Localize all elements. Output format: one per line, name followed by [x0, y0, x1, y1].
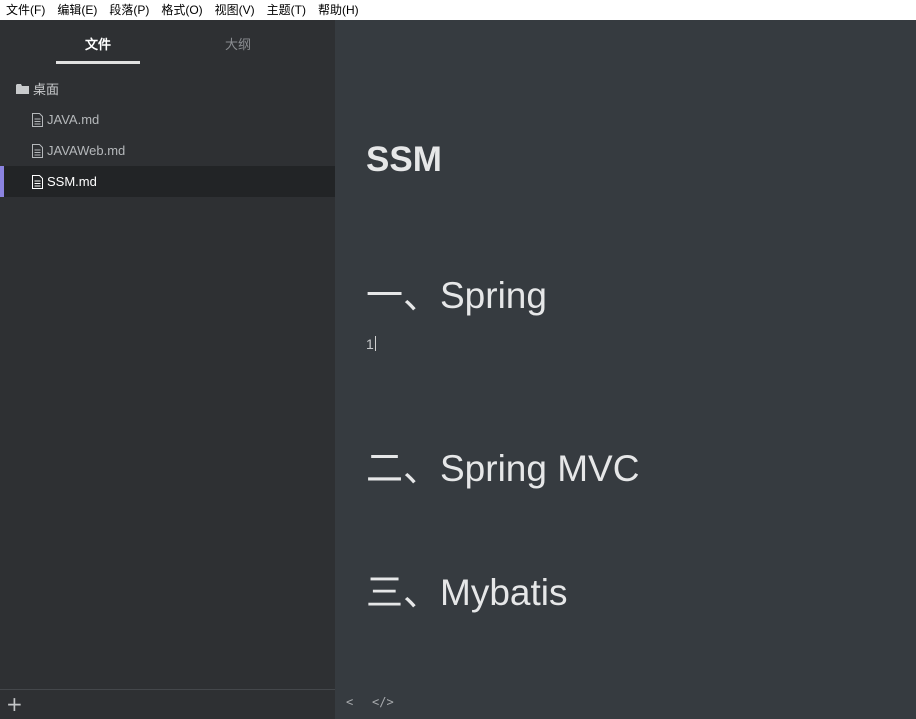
- tab-outline[interactable]: 大纲: [196, 20, 280, 66]
- active-tab-indicator: [56, 61, 140, 64]
- menu-format[interactable]: 格式(O): [155, 0, 208, 20]
- folder-icon: [16, 83, 29, 94]
- file-item-java[interactable]: JAVA.md: [0, 104, 335, 135]
- heading-mybatis: 三、Mybatis: [366, 572, 568, 613]
- sidebar-footer: +: [0, 689, 335, 719]
- source-code-icon[interactable]: </>: [372, 695, 394, 711]
- heading-spring: 一、Spring: [366, 275, 547, 316]
- file-label: SSM.md: [47, 174, 97, 189]
- folder-desktop[interactable]: 桌面: [0, 73, 335, 104]
- file-label: JAVA.md: [47, 112, 100, 127]
- paragraph-value: 1: [366, 336, 374, 352]
- editor-footer: < </>: [335, 689, 916, 719]
- text-caret: [374, 336, 376, 351]
- sidebar: 文件 大纲 桌面 JAVA.md JAVAWeb.md SSM.md +: [0, 20, 335, 719]
- active-file-indicator: [0, 166, 4, 197]
- editor[interactable]: SSM 一、Spring 1 二、Spring MVC 三、Mybatis < …: [335, 20, 916, 719]
- heading-spring-mvc: 二、Spring MVC: [366, 448, 640, 489]
- folder-label: 桌面: [33, 82, 60, 97]
- add-file-button[interactable]: +: [6, 694, 24, 714]
- menu-paragraph[interactable]: 段落(P): [103, 0, 155, 20]
- file-item-javaweb[interactable]: JAVAWeb.md: [0, 135, 335, 166]
- file-icon: [32, 112, 43, 127]
- menu-bar: 文件(F) 编辑(E) 段落(P) 格式(O) 视图(V) 主题(T) 帮助(H…: [0, 0, 916, 20]
- menu-file[interactable]: 文件(F): [0, 0, 51, 20]
- menu-theme[interactable]: 主题(T): [261, 0, 312, 20]
- file-tree: 桌面 JAVA.md JAVAWeb.md SSM.md: [0, 73, 335, 197]
- file-item-ssm[interactable]: SSM.md: [0, 166, 335, 197]
- file-icon: [32, 174, 43, 189]
- paragraph-text[interactable]: 1: [366, 336, 376, 352]
- menu-view[interactable]: 视图(V): [209, 0, 261, 20]
- document-title: SSM: [366, 140, 442, 179]
- menu-help[interactable]: 帮助(H): [312, 0, 365, 20]
- sidebar-tabs: 文件 大纲: [0, 20, 335, 66]
- file-label: JAVAWeb.md: [47, 143, 126, 158]
- tab-files[interactable]: 文件: [56, 20, 140, 66]
- menu-edit[interactable]: 编辑(E): [51, 0, 103, 20]
- file-icon: [32, 143, 43, 158]
- chevron-left-icon[interactable]: <: [346, 695, 353, 711]
